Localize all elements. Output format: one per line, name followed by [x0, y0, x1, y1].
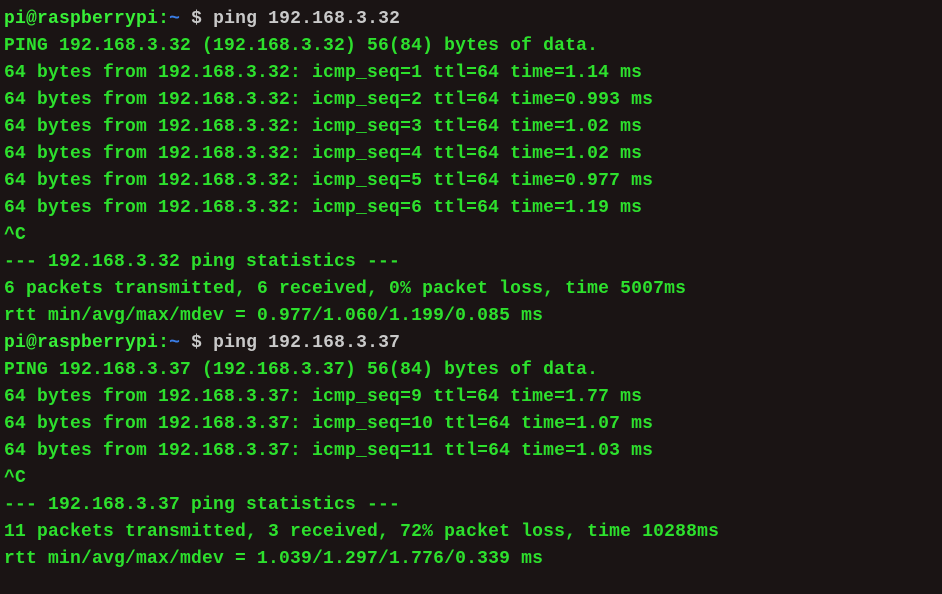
ping-reply: 64 bytes from 192.168.3.37: icmp_seq=10 …: [4, 411, 938, 438]
ping-stats-summary: 11 packets transmitted, 3 received, 72% …: [4, 519, 938, 546]
terminal-output[interactable]: pi@raspberrypi:~ $ ping 192.168.3.32 PIN…: [4, 6, 938, 573]
prompt-at: @: [26, 333, 37, 353]
prompt-user: pi: [4, 9, 26, 29]
prompt-line-2: pi@raspberrypi:~ $ ping 192.168.3.37: [4, 330, 938, 357]
ping-header: PING 192.168.3.37 (192.168.3.37) 56(84) …: [4, 357, 938, 384]
ping-reply: 64 bytes from 192.168.3.32: icmp_seq=6 t…: [4, 195, 938, 222]
ping-stats-header: --- 192.168.3.32 ping statistics ---: [4, 249, 938, 276]
prompt-path: ~: [169, 9, 180, 29]
prompt-colon: :: [158, 9, 169, 29]
ping-reply: 64 bytes from 192.168.3.32: icmp_seq=3 t…: [4, 114, 938, 141]
ping-reply: 64 bytes from 192.168.3.32: icmp_seq=5 t…: [4, 168, 938, 195]
prompt-symbol: $: [180, 9, 213, 29]
ping-stats-rtt: rtt min/avg/max/mdev = 0.977/1.060/1.199…: [4, 303, 938, 330]
interrupt-signal: ^C: [4, 222, 938, 249]
ping-reply: 64 bytes from 192.168.3.37: icmp_seq=9 t…: [4, 384, 938, 411]
ping-header: PING 192.168.3.32 (192.168.3.32) 56(84) …: [4, 33, 938, 60]
ping-reply: 64 bytes from 192.168.3.37: icmp_seq=11 …: [4, 438, 938, 465]
command-text: ping 192.168.3.32: [213, 9, 400, 29]
ping-reply: 64 bytes from 192.168.3.32: icmp_seq=1 t…: [4, 60, 938, 87]
prompt-symbol: $: [180, 333, 213, 353]
prompt-line-1: pi@raspberrypi:~ $ ping 192.168.3.32: [4, 6, 938, 33]
prompt-user: pi: [4, 333, 26, 353]
prompt-host: raspberrypi: [37, 333, 158, 353]
prompt-path: ~: [169, 333, 180, 353]
ping-reply: 64 bytes from 192.168.3.32: icmp_seq=4 t…: [4, 141, 938, 168]
prompt-at: @: [26, 9, 37, 29]
interrupt-signal: ^C: [4, 465, 938, 492]
prompt-colon: :: [158, 333, 169, 353]
ping-stats-header: --- 192.168.3.37 ping statistics ---: [4, 492, 938, 519]
command-text: ping 192.168.3.37: [213, 333, 400, 353]
ping-reply: 64 bytes from 192.168.3.32: icmp_seq=2 t…: [4, 87, 938, 114]
prompt-host: raspberrypi: [37, 9, 158, 29]
ping-stats-rtt: rtt min/avg/max/mdev = 1.039/1.297/1.776…: [4, 546, 938, 573]
ping-stats-summary: 6 packets transmitted, 6 received, 0% pa…: [4, 276, 938, 303]
